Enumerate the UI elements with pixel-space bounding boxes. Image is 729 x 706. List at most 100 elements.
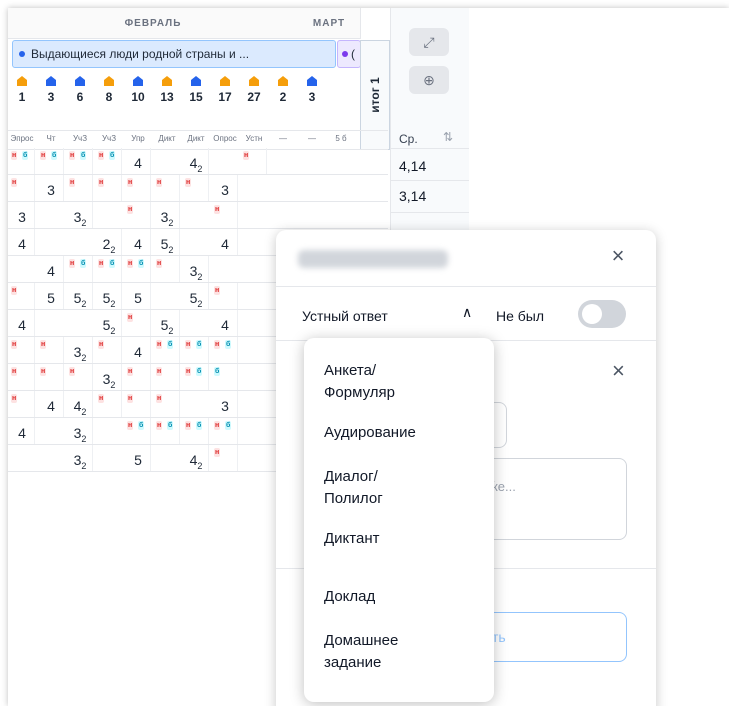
grade-cell[interactable]: нб — [97, 148, 122, 174]
grade-cell[interactable]: нб — [97, 256, 122, 282]
lesson-topic-chip-2[interactable]: ( — [337, 40, 361, 68]
grade-cell[interactable]: 4 — [10, 229, 35, 255]
grade-cell[interactable]: н — [39, 337, 64, 363]
grade-cell[interactable]: 32 — [68, 445, 93, 471]
day-column-header[interactable]: 6 — [68, 68, 92, 128]
grade-cell[interactable]: нб — [68, 256, 93, 282]
grade-cell[interactable]: н — [10, 337, 35, 363]
grade-cell[interactable]: н — [39, 364, 64, 390]
comment-textarea[interactable]: тке... ⟋ — [476, 458, 627, 540]
zoom-icon[interactable]: ⊕ — [409, 66, 449, 94]
grade-cell[interactable]: нб — [39, 148, 64, 174]
grade-cell[interactable]: н — [242, 148, 267, 174]
grade-cell[interactable]: нб — [213, 337, 238, 363]
close-icon-secondary[interactable]: × — [612, 358, 625, 384]
grade-cell[interactable]: 32 — [155, 202, 180, 228]
grade-cell[interactable]: 52 — [155, 310, 180, 336]
grade-cell[interactable]: 52 — [155, 229, 180, 255]
grade-cell[interactable]: 5 — [39, 283, 64, 309]
day-column-header[interactable]: 10 — [126, 68, 150, 128]
grade-cell[interactable]: н — [155, 256, 180, 282]
day-column-header[interactable]: 1 — [10, 68, 34, 128]
grade-cell[interactable]: нб — [184, 337, 209, 363]
day-column-header[interactable]: 3 — [300, 68, 324, 128]
dropdown-option[interactable]: Доклад — [324, 586, 474, 608]
save-button[interactable]: ть — [476, 612, 627, 662]
grade-cell[interactable]: нб — [184, 364, 209, 390]
grade-cell[interactable]: н — [213, 445, 238, 471]
resize-grip-icon[interactable]: ⟋ — [486, 479, 620, 533]
grade-cell[interactable]: 4 — [126, 229, 151, 255]
day-column-header[interactable]: 2 — [271, 68, 295, 128]
work-type-select[interactable]: Устный ответ — [302, 308, 388, 324]
grade-cell[interactable]: 42 — [184, 445, 209, 471]
day-column-header[interactable]: 13 — [155, 68, 179, 128]
grade-cell[interactable]: нб — [155, 418, 180, 444]
grade-cell[interactable]: н — [126, 310, 151, 336]
grade-cell[interactable]: н — [213, 283, 238, 309]
lesson-topic-chip[interactable]: Выдающиеся люди родной страны и ... — [12, 40, 336, 68]
absent-toggle[interactable] — [578, 300, 626, 328]
grade-cell[interactable]: н — [126, 175, 151, 201]
grade-cell[interactable]: н — [126, 391, 151, 417]
dropdown-option[interactable]: Диктант — [324, 528, 474, 550]
grade-cell[interactable]: н — [126, 202, 151, 228]
grade-cell[interactable]: нб — [184, 418, 209, 444]
grade-cell[interactable]: н — [97, 175, 122, 201]
day-column-header[interactable]: 27 — [242, 68, 266, 128]
day-column-header[interactable]: 3 — [39, 68, 63, 128]
grade-cell[interactable]: 52 — [97, 283, 122, 309]
grade-cell[interactable]: 4 — [126, 148, 151, 174]
grade-cell[interactable]: н — [155, 391, 180, 417]
close-icon[interactable]: × — [606, 244, 630, 268]
grade-cell[interactable]: нб — [68, 148, 93, 174]
grade-cell[interactable]: 4 — [126, 337, 151, 363]
grade-cell[interactable]: н — [155, 175, 180, 201]
expand-icon[interactable]: ⤢ — [409, 28, 449, 56]
grade-cell[interactable]: 32 — [68, 337, 93, 363]
grade-cell[interactable]: 4 — [213, 229, 238, 255]
grade-cell[interactable]: н — [68, 364, 93, 390]
grade-cell[interactable]: 3 — [10, 202, 35, 228]
grade-cell[interactable]: нб — [10, 148, 35, 174]
grade-cell[interactable]: 32 — [97, 364, 122, 390]
grade-cell[interactable]: 52 — [97, 310, 122, 336]
grade-cell[interactable]: 5 — [126, 445, 151, 471]
grade-cell[interactable]: 52 — [184, 283, 209, 309]
grade-cell[interactable]: н — [10, 391, 35, 417]
grade-cell[interactable]: н — [184, 175, 209, 201]
day-column-header[interactable]: 15 — [184, 68, 208, 128]
dropdown-option[interactable]: Домашнее задание — [324, 630, 474, 674]
grade-cell[interactable]: н — [126, 364, 151, 390]
grade-cell[interactable]: 42 — [68, 391, 93, 417]
dropdown-option[interactable]: Аудирование — [324, 422, 474, 444]
grade-cell[interactable]: н — [97, 337, 122, 363]
grade-cell[interactable]: 4 — [213, 310, 238, 336]
grade-cell[interactable]: 42 — [184, 148, 209, 174]
grade-cell[interactable]: 52 — [68, 283, 93, 309]
day-column-header[interactable]: 17 — [213, 68, 237, 128]
grade-cell[interactable]: нб — [155, 337, 180, 363]
grade-cell[interactable]: н — [10, 364, 35, 390]
grade-cell[interactable]: н — [213, 202, 238, 228]
grade-cell[interactable]: 32 — [184, 256, 209, 282]
grade-cell[interactable]: 22 — [97, 229, 122, 255]
grade-cell[interactable]: нб — [126, 418, 151, 444]
dropdown-option[interactable]: Диалог/Полилог — [324, 466, 474, 510]
grade-cell[interactable]: н — [10, 175, 35, 201]
grade-cell[interactable]: 32 — [68, 418, 93, 444]
grade-cell[interactable]: 4 — [39, 256, 64, 282]
grade-cell[interactable]: 5 — [126, 283, 151, 309]
grade-cell[interactable]: н — [68, 175, 93, 201]
sort-icon[interactable]: ⇅ — [443, 130, 453, 144]
grade-cell[interactable]: н — [10, 283, 35, 309]
grade-cell[interactable]: 3 — [39, 175, 64, 201]
grade-cell[interactable]: нб — [213, 418, 238, 444]
day-column-header[interactable]: 8 — [97, 68, 121, 128]
grade-cell[interactable]: 3 — [213, 391, 238, 417]
grade-cell[interactable]: б — [213, 364, 238, 390]
dropdown-option[interactable]: Анкета/Формуляр — [324, 360, 474, 404]
grade-cell[interactable]: н — [155, 364, 180, 390]
grade-cell[interactable]: 3 — [213, 175, 238, 201]
grade-cell[interactable]: 4 — [39, 391, 64, 417]
